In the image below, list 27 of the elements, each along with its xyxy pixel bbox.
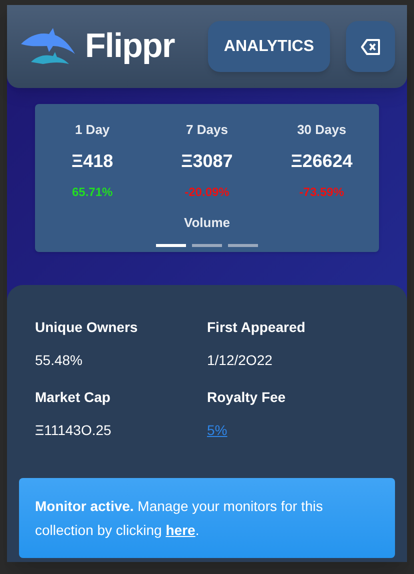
- volume-value: Ξ3087: [181, 150, 233, 172]
- period-label: 7 Days: [186, 121, 228, 139]
- period-label: 30 Days: [297, 121, 346, 139]
- change-percent: -73.59%: [299, 184, 344, 200]
- volume-value: Ξ26624: [290, 150, 352, 172]
- period-label: 1 Day: [74, 121, 110, 139]
- stat-label: First Appeared: [207, 318, 306, 337]
- logo-text: Flippr: [85, 26, 174, 67]
- volume-value: Ξ418: [72, 150, 114, 172]
- card-caption: Volume: [184, 214, 230, 232]
- stat-link[interactable]: 5%: [207, 420, 228, 441]
- stat-value: Ξ11143O.25: [35, 421, 112, 440]
- stat-value: 55.48%: [35, 351, 84, 370]
- stat-label: Royalty Fee: [207, 388, 287, 407]
- carousel-indicator[interactable]: [228, 244, 258, 247]
- analytics-button[interactable]: ANALYTICS: [208, 21, 330, 72]
- carousel-indicator[interactable]: [192, 244, 222, 247]
- backspace-icon: [360, 38, 380, 54]
- notice-text: Monitor active. Manage your monitors for this collection by clicking here.: [35, 497, 324, 540]
- here-link[interactable]: here: [166, 522, 196, 538]
- clear-button[interactable]: [346, 21, 395, 72]
- stat-label: Unique Owners: [35, 318, 139, 337]
- change-percent: -20.09%: [184, 184, 230, 200]
- stat-label: Market Cap: [35, 388, 112, 407]
- stat-value: 1/12/2O22: [207, 351, 274, 370]
- change-percent: 65.71%: [72, 184, 113, 200]
- carousel-indicator[interactable]: [156, 244, 186, 247]
